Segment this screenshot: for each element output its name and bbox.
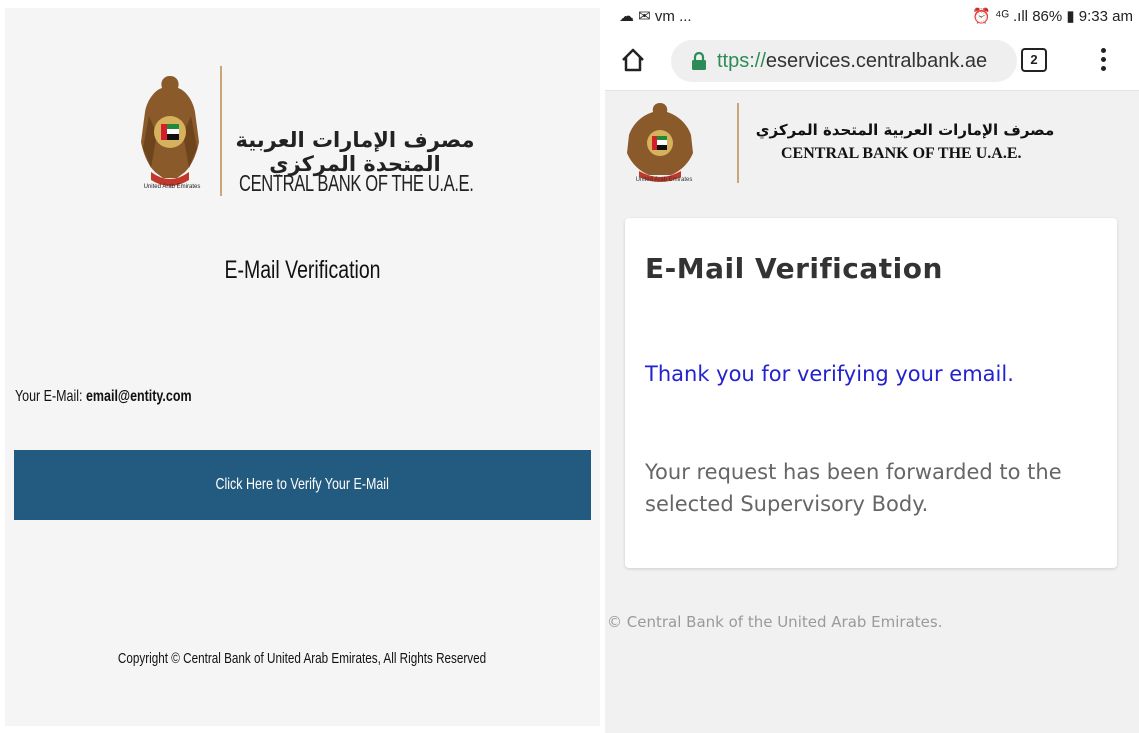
verify-email-button-label: Click Here to Verify Your E-Mail (215, 476, 390, 493)
browser-toolbar: ttps://eservices.centralbank.ae 2 (605, 30, 1139, 91)
thank-you-message: Thank you for verifying your email. (645, 362, 1014, 386)
battery-time: 86% ▮ 9:33 am (1032, 8, 1133, 25)
logo-divider (737, 103, 739, 183)
mobile-screenshot: ☁ ✉ vm ... ⏰ ⁴ᴳ .ıll 86% ▮ 9:33 am ttps:… (605, 0, 1139, 733)
logo-divider (220, 66, 222, 196)
mobile-bank-header: United Arab Emirates مصرف الإمارات العرب… (605, 91, 1139, 201)
email-value: email@entity.com (85, 388, 192, 405)
emblem-caption: United Arab Emirates (143, 184, 201, 190)
verify-email-button[interactable]: Click Here to Verify Your E-Mail (14, 450, 591, 520)
copyright-text: Copyright © Central Bank of United Arab … (118, 650, 487, 667)
overflow-menu-icon[interactable] (1100, 48, 1108, 74)
url-text: ttps://eservices.centralbank.ae (717, 50, 987, 73)
status-left: ☁ ✉ vm ... (619, 7, 692, 25)
page-title: E-Mail Verification (224, 256, 381, 284)
card-title: E-Mail Verification (645, 252, 943, 285)
home-icon[interactable] (619, 46, 647, 74)
signal-indicator: ⁴ᴳ .ıll (994, 8, 1029, 25)
url-scheme: ttps:// (717, 50, 766, 72)
bank-name-english: CENTRAL BANK OF THE U.A.E. (239, 170, 474, 196)
status-bar: ☁ ✉ vm ... ⏰ ⁴ᴳ .ıll 86% ▮ 9:33 am (605, 0, 1139, 30)
alarm-icon: ⏰ (972, 8, 995, 25)
tab-switcher-button[interactable]: 2 (1021, 48, 1047, 72)
email-label: Your E-Mail: (15, 388, 83, 405)
bank-name-arabic: مصرف الإمارات العربية المتحدة المركزي (235, 128, 475, 176)
address-bar[interactable]: ttps://eservices.centralbank.ae (671, 40, 1017, 82)
copyright-footer: Copyright © Central Bank of United Arab … (5, 650, 600, 667)
verification-card: E-Mail Verification Thank you for verify… (625, 218, 1117, 568)
uae-emblem-icon (627, 103, 693, 182)
email-row: Your E-Mail: email@entity.com (15, 388, 192, 406)
bank-name-arabic: مصرف الإمارات العربية المتحدة المركزي (755, 121, 1055, 139)
copyright-text: © Central Bank of the United Arab Emirat… (607, 613, 943, 631)
url-host: eservices.centralbank.ae (765, 50, 988, 72)
email-panel: United Arab Emirates مصرف الإمارات العرب… (5, 8, 600, 726)
emblem-caption: United Arab Emirates (635, 177, 693, 183)
notification-icon: ☁ ✉ (619, 8, 655, 25)
lock-icon (692, 52, 706, 70)
forwarded-message: Your request has been forwarded to the s… (645, 460, 1062, 516)
status-right: ⏰ ⁴ᴳ .ıll 86% ▮ 9:33 am (972, 7, 1133, 25)
status-left-text: vm ... (654, 8, 692, 25)
bank-name-english: CENTRAL BANK OF THE U.A.E. (781, 145, 1022, 162)
bank-logo: United Arab Emirates مصرف الإمارات العرب… (135, 66, 475, 216)
